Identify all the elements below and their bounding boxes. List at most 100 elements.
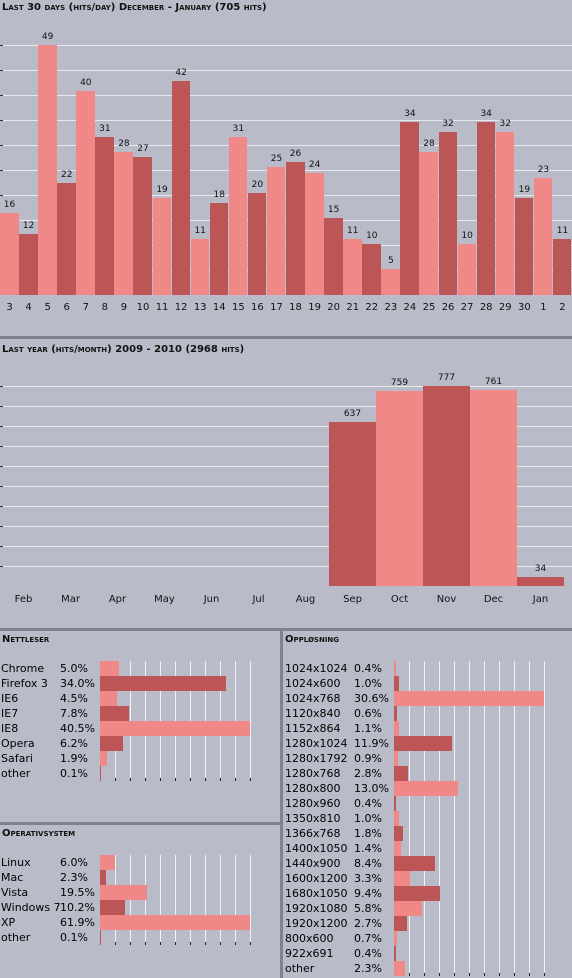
tick (0, 386, 3, 387)
tick (220, 942, 221, 945)
row-percent: 0.1% (60, 931, 88, 944)
row-label: 1120x840 (285, 707, 341, 720)
row-percent: 40.5% (60, 722, 95, 735)
data-label: 761 (484, 377, 503, 388)
gridline (469, 661, 470, 976)
data-label: 759 (390, 377, 409, 388)
row-label: 1350x810 (285, 812, 341, 825)
x-tick-label: Jan (532, 594, 549, 605)
row-label: 1366x768 (285, 827, 341, 840)
tick (499, 973, 500, 976)
tick (115, 942, 116, 945)
row-percent: 10.2% (60, 901, 95, 914)
x-tick-label: Sep (343, 594, 362, 605)
bar (394, 661, 396, 676)
bar (100, 855, 115, 870)
row-label: 1440x900 (285, 857, 341, 870)
row-percent: 0.4% (354, 662, 382, 675)
bar (376, 390, 423, 586)
row-label: 1280x768 (285, 767, 341, 780)
gridline (130, 855, 131, 945)
bar (423, 386, 470, 586)
row-percent: 1.9% (60, 752, 88, 765)
row-label: 1600x1200 (285, 872, 348, 885)
row-percent: 4.5% (60, 692, 88, 705)
gridline (514, 661, 515, 976)
row-percent: 11.9% (354, 737, 389, 750)
row-label: Linux (1, 856, 31, 869)
tick (529, 973, 530, 976)
bar (100, 706, 129, 721)
bar (394, 706, 397, 721)
tick (205, 942, 206, 945)
tick (205, 778, 206, 781)
row-label: 922x691 (285, 947, 334, 960)
bar (394, 691, 544, 706)
tick (220, 778, 221, 781)
row-percent: 34.0% (60, 677, 95, 690)
divider (0, 628, 572, 631)
row-percent: 3.3% (354, 872, 382, 885)
gridline (409, 661, 410, 976)
row-label: Safari (1, 752, 33, 765)
bar (394, 676, 399, 691)
gridline (439, 661, 440, 976)
row-label: 1920x1080 (285, 902, 348, 915)
row-percent: 9.4% (354, 887, 382, 900)
bar (394, 781, 458, 796)
tick (0, 466, 3, 467)
row-label: 1152x864 (285, 722, 341, 735)
tick (145, 778, 146, 781)
gridline (544, 661, 545, 976)
x-tick-label: Dec (483, 594, 504, 605)
gridline (190, 855, 191, 945)
row-label: 800x600 (285, 932, 334, 945)
row-percent: 1.1% (354, 722, 382, 735)
tick (0, 486, 3, 487)
tick (544, 973, 545, 976)
bar (100, 736, 123, 751)
row-percent: 5.0% (60, 662, 88, 675)
row-label: other (285, 962, 315, 975)
divider (0, 822, 280, 825)
gridline (454, 661, 455, 976)
row-label: IE7 (1, 707, 19, 720)
tick (0, 426, 3, 427)
row-percent: 19.5% (60, 886, 95, 899)
row-percent: 1.8% (354, 827, 382, 840)
row-label: 1920x1200 (285, 917, 348, 930)
tick (0, 546, 3, 547)
tick (0, 406, 3, 407)
tick (130, 942, 131, 945)
row-percent: 0.4% (354, 947, 382, 960)
row-percent: 2.8% (354, 767, 382, 780)
row-label: 1280x800 (285, 782, 341, 795)
bar (100, 870, 106, 885)
x-tick-label: Feb (14, 594, 33, 605)
data-label: 34 (534, 564, 547, 575)
divider (280, 630, 283, 978)
tick (235, 778, 236, 781)
x-tick-label: Apr (108, 594, 127, 605)
x-tick-label: Aug (295, 594, 316, 605)
bar (394, 946, 396, 961)
monthly-hits-chart: Feb Mar Apr May Jun Jul Aug 637 Sep 759 Oct 777 Nov 7… (0, 0, 572, 620)
gridline (484, 661, 485, 976)
browser-title: Nettleser (2, 634, 50, 645)
gridline (499, 661, 500, 976)
row-label: 1024x600 (285, 677, 341, 690)
row-label: Vista (1, 886, 29, 899)
gridline (424, 661, 425, 976)
row-percent: 30.6% (354, 692, 389, 705)
gridline (250, 661, 251, 781)
tick (145, 942, 146, 945)
bar (100, 676, 226, 691)
row-label: 1280x960 (285, 797, 341, 810)
tick (409, 973, 410, 976)
row-label: 1280x1024 (285, 737, 348, 750)
row-percent: 6.2% (60, 737, 88, 750)
tick (160, 942, 161, 945)
row-percent: 0.7% (354, 932, 382, 945)
row-percent: 1.4% (354, 842, 382, 855)
row-label: 1280x1792 (285, 752, 348, 765)
